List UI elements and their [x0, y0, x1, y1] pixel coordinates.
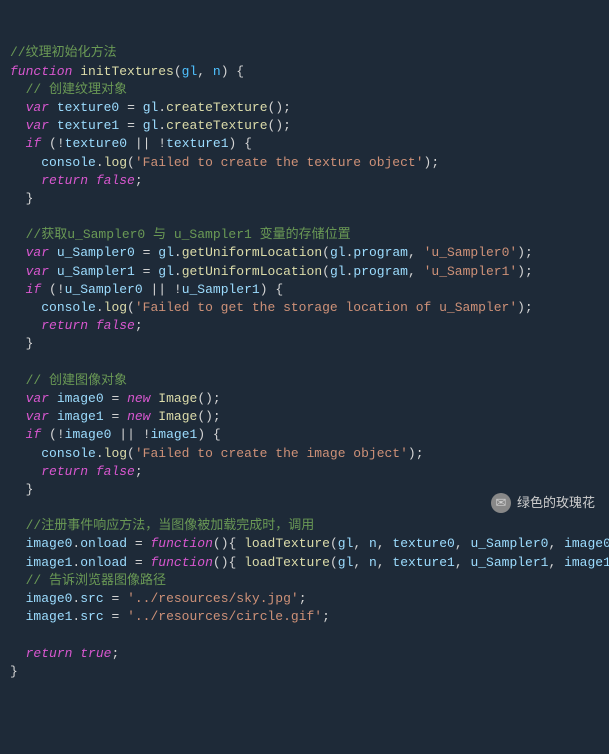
property: onload	[80, 536, 127, 551]
code-editor: //纹理初始化方法 function initTextures(gl, n) {…	[10, 44, 599, 681]
identifier: gl	[158, 245, 174, 260]
identifier: gl	[330, 264, 346, 279]
param: n	[213, 64, 221, 79]
identifier: image1	[57, 409, 104, 424]
fn-name: initTextures	[80, 64, 174, 79]
identifier: gl	[143, 100, 159, 115]
keyword-function: function	[150, 536, 212, 551]
identifier: gl	[158, 264, 174, 279]
identifier: u_Sampler1	[470, 555, 548, 570]
identifier: image1	[26, 555, 73, 570]
keyword-if: if	[26, 136, 42, 151]
identifier: u_Sampler0	[57, 245, 135, 260]
watermark: ✉ 绿色的玫瑰花	[491, 493, 595, 513]
class-name: Image	[158, 409, 197, 424]
keyword-if: if	[26, 427, 42, 442]
keyword-var: var	[26, 245, 49, 260]
identifier: n	[369, 536, 377, 551]
method: createTexture	[166, 118, 267, 133]
comment: // 创建图像对象	[26, 373, 127, 388]
identifier: gl	[338, 536, 354, 551]
identifier: n	[369, 555, 377, 570]
method: log	[104, 446, 127, 461]
keyword-var: var	[26, 391, 49, 406]
property: src	[80, 591, 103, 606]
identifier: console	[41, 300, 96, 315]
property: src	[80, 609, 103, 624]
method: log	[104, 155, 127, 170]
keyword-var: var	[26, 100, 49, 115]
fn-call: loadTexture	[244, 536, 330, 551]
identifier: u_Sampler0	[470, 536, 548, 551]
method: createTexture	[166, 100, 267, 115]
comment: //注册事件响应方法，当图像被加载完成时，调用	[26, 518, 315, 533]
keyword-return: return	[41, 318, 88, 333]
identifier: texture1	[57, 118, 119, 133]
keyword-var: var	[26, 118, 49, 133]
keyword-return: return	[41, 464, 88, 479]
method: getUniformLocation	[182, 245, 322, 260]
identifier: image0	[564, 536, 609, 551]
keyword-function: function	[10, 64, 72, 79]
fn-call: loadTexture	[244, 555, 330, 570]
keyword-function: function	[150, 555, 212, 570]
string: 'u_Sampler1'	[424, 264, 518, 279]
method: getUniformLocation	[182, 264, 322, 279]
identifier: gl	[143, 118, 159, 133]
identifier: texture0	[65, 136, 127, 151]
class-name: Image	[158, 391, 197, 406]
string: '../resources/circle.gif'	[127, 609, 322, 624]
identifier: console	[41, 155, 96, 170]
identifier: texture0	[392, 536, 454, 551]
identifier: image1	[26, 609, 73, 624]
keyword-if: if	[26, 282, 42, 297]
comment: //纹理初始化方法	[10, 45, 117, 60]
identifier: texture0	[57, 100, 119, 115]
property: onload	[80, 555, 127, 570]
keyword-var: var	[26, 264, 49, 279]
keyword-false: false	[96, 318, 135, 333]
string: '../resources/sky.jpg'	[127, 591, 299, 606]
keyword-new: new	[127, 391, 150, 406]
keyword-true: true	[80, 646, 111, 661]
identifier: image0	[57, 391, 104, 406]
comment: // 创建纹理对象	[26, 82, 127, 97]
identifier: console	[41, 446, 96, 461]
identifier: u_Sampler1	[57, 264, 135, 279]
identifier: texture1	[166, 136, 228, 151]
keyword-false: false	[96, 464, 135, 479]
identifier: image1	[151, 427, 198, 442]
param: gl	[182, 64, 198, 79]
identifier: texture1	[392, 555, 454, 570]
watermark-text: 绿色的玫瑰花	[517, 494, 595, 512]
keyword-return: return	[26, 646, 73, 661]
keyword-new: new	[127, 409, 150, 424]
string: 'Failed to create the texture object'	[135, 155, 424, 170]
property: program	[353, 245, 408, 260]
string: 'Failed to create the image object'	[135, 446, 408, 461]
identifier: gl	[330, 245, 346, 260]
identifier: image0	[26, 591, 73, 606]
property: program	[353, 264, 408, 279]
identifier: image1	[564, 555, 609, 570]
comment: // 告诉浏览器图像路径	[26, 573, 166, 588]
wechat-icon: ✉	[491, 493, 511, 513]
keyword-var: var	[26, 409, 49, 424]
keyword-false: false	[96, 173, 135, 188]
comment: //获取u_Sampler0 与 u_Sampler1 变量的存储位置	[26, 227, 351, 242]
identifier: gl	[338, 555, 354, 570]
identifier: image0	[26, 536, 73, 551]
string: 'Failed to get the storage location of u…	[135, 300, 517, 315]
identifier: u_Sampler1	[182, 282, 260, 297]
keyword-return: return	[41, 173, 88, 188]
method: log	[104, 300, 127, 315]
identifier: image0	[65, 427, 112, 442]
identifier: u_Sampler0	[65, 282, 143, 297]
string: 'u_Sampler0'	[424, 245, 518, 260]
